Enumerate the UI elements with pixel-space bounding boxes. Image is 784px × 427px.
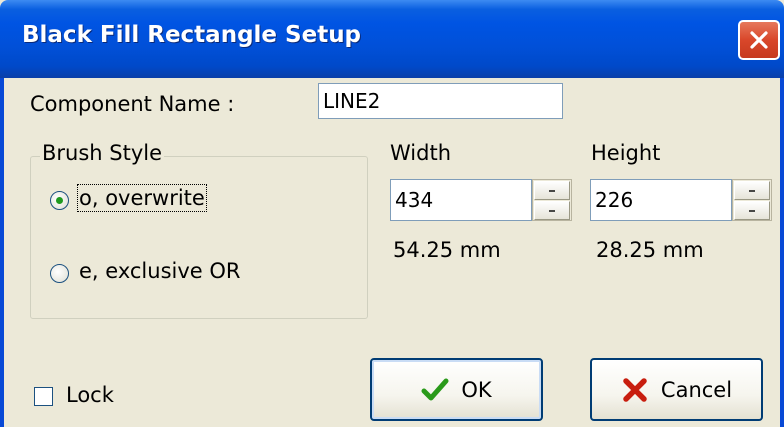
- close-icon: [750, 31, 768, 49]
- arrow-down-icon: [549, 209, 555, 212]
- close-button[interactable]: [738, 20, 780, 60]
- width-input[interactable]: 434: [390, 179, 532, 221]
- arrow-up-icon: [549, 189, 555, 192]
- radio-exclusive-or[interactable]: [50, 264, 69, 283]
- ok-button[interactable]: OK: [370, 358, 543, 421]
- cancel-button-label: Cancel: [660, 377, 733, 402]
- height-input[interactable]: 226: [590, 179, 732, 221]
- ok-button-label: OK: [461, 377, 492, 402]
- height-spinner[interactable]: [732, 179, 772, 221]
- brush-style-group: [30, 156, 368, 319]
- component-name-label: Component Name :: [30, 92, 235, 116]
- checkmark-icon: [421, 378, 449, 400]
- brush-style-legend: Brush Style: [40, 141, 165, 165]
- cross-icon: [623, 377, 647, 402]
- height-spin-down[interactable]: [734, 201, 770, 220]
- width-spin-down[interactable]: [534, 201, 570, 220]
- window-title: Black Fill Rectangle Setup: [22, 22, 362, 48]
- width-label: Width: [390, 141, 452, 165]
- window-frame-right: [780, 78, 784, 427]
- title-bar[interactable]: Black Fill Rectangle Setup: [0, 0, 784, 78]
- width-spin-up[interactable]: [534, 181, 570, 200]
- radio-overwrite[interactable]: [50, 191, 69, 210]
- lock-checkbox[interactable]: [34, 387, 53, 406]
- cancel-button[interactable]: Cancel: [590, 358, 763, 421]
- height-label: Height: [591, 141, 661, 165]
- window-frame-left: [0, 78, 4, 427]
- lock-label[interactable]: Lock: [66, 383, 114, 407]
- width-mm-value: 54.25 mm: [393, 238, 501, 262]
- arrow-down-icon: [749, 209, 755, 212]
- width-spinner[interactable]: [532, 179, 572, 221]
- radio-overwrite-label[interactable]: o, overwrite: [77, 184, 207, 212]
- radio-exclusive-or-label[interactable]: e, exclusive OR: [79, 259, 241, 283]
- height-mm-value: 28.25 mm: [596, 238, 704, 262]
- height-spin-up[interactable]: [734, 181, 770, 200]
- radio-selected-dot: [56, 197, 63, 204]
- dialog-window: Black Fill Rectangle Setup Component Nam…: [0, 0, 784, 427]
- arrow-up-icon: [749, 189, 755, 192]
- component-name-input[interactable]: LINE2: [318, 83, 563, 119]
